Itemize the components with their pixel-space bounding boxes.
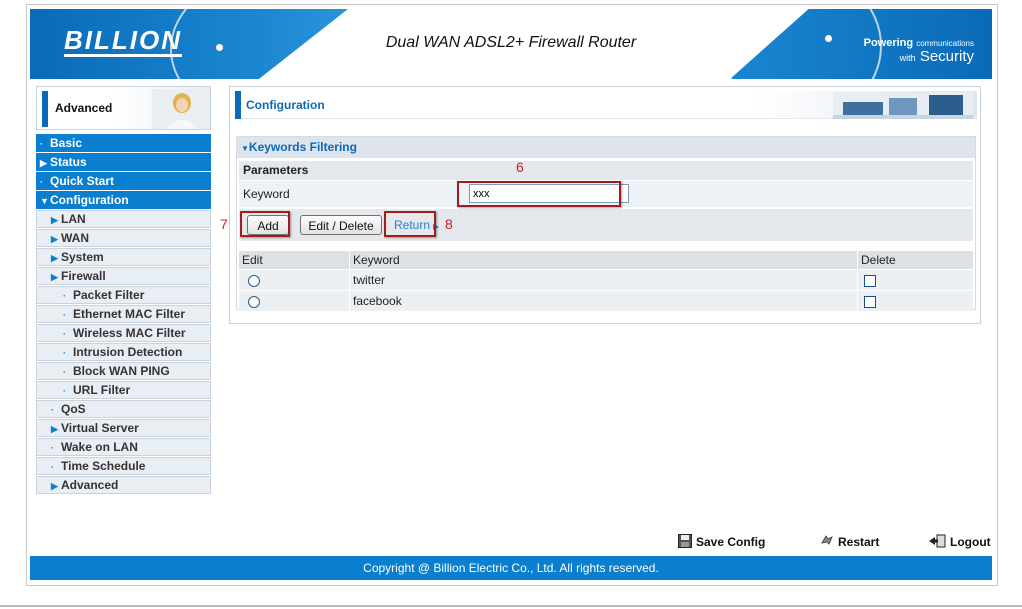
sidebar-item-system[interactable]: ▶ System [36,248,211,266]
button-row: Add Edit / Delete Return ▶ [239,209,973,241]
keyword-label: Keyword [243,187,290,201]
restart-icon [821,535,833,545]
sidebar-item-url-filter[interactable]: · URL Filter [36,381,211,399]
table-row: facebook [239,291,973,311]
table-header-row: Edit Keyword Delete [239,251,973,269]
keywords-filtering-header[interactable]: ▼Keywords Filtering [237,137,975,158]
office-desk-icon [833,92,973,119]
sidebar-item-packet-filter[interactable]: · Packet Filter [36,286,211,304]
slogan-security: Security [919,48,974,65]
keyword-cell: twitter [349,270,857,290]
keyword-highlight-box [457,181,621,207]
edit-radio[interactable] [248,295,260,308]
advanced-accent-bar [42,91,48,127]
annotation-7: 7 [220,216,228,232]
col-edit: Edit [239,251,349,269]
keyword-table: Edit Keyword Delete twitter facebook [239,250,973,312]
delete-checkbox[interactable] [864,274,876,287]
delete-checkbox[interactable] [864,295,876,308]
col-keyword: Keyword [349,251,857,269]
header-banner: BILLION Dual WAN ADSL2+ Firewall Router … [30,9,992,79]
slogan-communications: communications [916,39,974,48]
advanced-label: Advanced [55,101,113,115]
annotation-8: 8 [445,216,453,232]
edit-cell [239,291,349,311]
page-title: Configuration [246,98,325,112]
sidebar-item-quick-start[interactable]: · Quick Start [36,172,211,190]
delete-cell [857,270,973,290]
edit-radio[interactable] [248,274,260,287]
parameters-label: Parameters [239,161,973,180]
sidebar-item-firewall[interactable]: ▶ Firewall [36,267,211,285]
bottom-divider [0,605,1022,607]
annotation-6: 6 [516,159,524,175]
delete-cell [857,291,973,311]
sidebar-item-configuration[interactable]: ▼Configuration [36,191,211,209]
sidebar-item-wan[interactable]: ▶ WAN [36,229,211,247]
configuration-header: Configuration [235,91,977,119]
edit-delete-button[interactable]: Edit / Delete [300,215,382,235]
sidebar-item-virtual-server[interactable]: ▶ Virtual Server [36,419,211,437]
sidebar-item-advanced[interactable]: ▶ Advanced [36,476,211,494]
col-delete: Delete [857,251,973,269]
keywords-filtering-title: Keywords Filtering [248,140,357,154]
advanced-section-header: Advanced [36,86,211,130]
sidebar-item-block-wan-ping[interactable]: · Block WAN PING [36,362,211,380]
restart-button[interactable]: Restart [820,534,879,549]
woman-photo-icon [152,89,204,129]
copyright-bar: Copyright @ Billion Electric Co., Ltd. A… [30,556,992,580]
slogan-with: with [899,53,916,63]
return-highlight-box [384,211,436,237]
sidebar-item-qos[interactable]: · QoS [36,400,211,418]
sidebar-item-intrusion-detection[interactable]: · Intrusion Detection [36,343,211,361]
logout-button[interactable]: Logout [928,534,991,549]
footer-actions: Save Config Restart Logout [0,534,1022,550]
header-dot-right [825,35,832,42]
logout-door-icon [929,534,946,548]
sidebar-item-ethernet-mac-filter[interactable]: · Ethernet MAC Filter [36,305,211,323]
sidebar-item-wake-on-lan[interactable]: · Wake on LAN [36,438,211,456]
edit-cell [239,270,349,290]
add-highlight-box [240,211,290,237]
table-row: twitter [239,270,973,290]
configuration-accent-bar [235,91,241,119]
sidebar-menu: · Basic ▶ Status · Quick Start ▼Configurati… [36,134,211,495]
collapse-triangle-icon: ▼ [241,144,249,153]
keywords-filtering-panel: ▼Keywords Filtering Parameters Keyword A… [236,136,976,312]
sidebar-item-lan[interactable]: ▶ LAN [36,210,211,228]
floppy-disk-icon [678,534,692,548]
slogan: Powering communications with Security [864,37,974,65]
sidebar-item-wireless-mac-filter[interactable]: · Wireless MAC Filter [36,324,211,342]
sidebar-item-basic[interactable]: · Basic [36,134,211,152]
slogan-powering: Powering [863,37,914,49]
sidebar-item-time-schedule[interactable]: · Time Schedule [36,457,211,475]
keyword-cell: facebook [349,291,857,311]
header-arc-right [722,9,882,79]
save-config-button[interactable]: Save Config [678,534,765,549]
sidebar-item-status[interactable]: ▶ Status [36,153,211,171]
